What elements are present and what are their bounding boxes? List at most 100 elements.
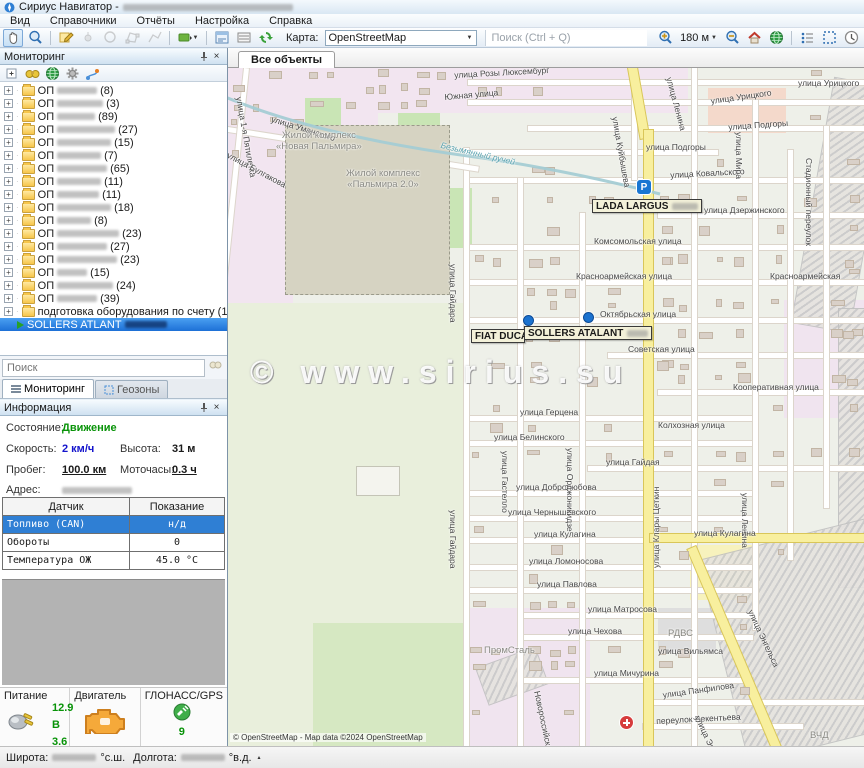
edit-geozone-tool-button[interactable] [56,29,76,47]
zoom-out-tool-button[interactable] [722,29,742,47]
tree-row[interactable]: +·ОП(65) [0,162,227,175]
menu-item-отчёты[interactable]: Отчёты [127,14,185,28]
binoculars-tool-button[interactable] [24,66,41,81]
tree-row[interactable]: +·ОП(18) [0,201,227,214]
zoom-in-tool-icon [658,30,673,45]
track-list-tool-button[interactable] [234,29,254,47]
tree-item-prefix: ОП [38,280,54,292]
expander-icon[interactable]: + [4,190,13,199]
home-tool-button[interactable] [744,29,764,47]
tree-row[interactable]: +·ОП(89) [0,110,227,123]
scale-select[interactable]: 180 м▼ [677,30,720,46]
tree-row[interactable]: +·ОП(3) [0,97,227,110]
expander-icon[interactable]: + [4,138,13,147]
zoom-tool-button[interactable] [25,29,45,47]
expand-all-tool-button[interactable] [4,66,21,81]
sensor-row[interactable]: Топливо (CAN)н/д [3,516,225,534]
history-clock-tool-button[interactable] [841,29,861,47]
value-col-header[interactable]: Показание [130,498,225,516]
geo-polyline-tool-button[interactable] [144,29,164,47]
vehicle-marker[interactable] [583,312,594,323]
tree-row[interactable]: +·ОП(39) [0,292,227,305]
tree-row[interactable]: +·ОП(23) [0,253,227,266]
geo-point-tool-button[interactable] [78,29,98,47]
statusbar-expander-icon[interactable]: ▴ [258,755,261,761]
settings-tool-button[interactable] [64,66,81,81]
map-building [717,159,723,167]
hours-value[interactable]: 0.3 ч [172,464,197,476]
pan-tool-button[interactable] [3,29,23,47]
state-value: Движение [62,422,117,434]
map-tab-all-objects[interactable]: Все объекты [238,51,335,68]
globe-tool-button[interactable] [766,29,786,47]
legend-list-tool-button[interactable] [797,29,817,47]
tree-search-input[interactable] [2,359,205,377]
map-building [771,481,784,487]
sensor-row[interactable]: Температура ОЖ45.0 °C [3,552,225,570]
pin-icon[interactable] [197,401,210,414]
map-canvas[interactable]: улица Урицкогоулица УрицкогоЮжная улицау… [228,68,864,746]
zoom-in-tool-button[interactable] [655,29,675,47]
vehicle-plate[interactable]: SOLLERS ATALANT [524,326,652,340]
objects-layer-tool-button[interactable]: ▼ [175,29,201,47]
expander-icon[interactable]: + [4,164,13,173]
map-provider-select[interactable]: OpenStreetMap ▼ [325,30,477,46]
menu-item-вид[interactable]: Вид [0,14,40,28]
pin-icon[interactable] [197,50,210,63]
globe-tool-button[interactable] [44,66,61,81]
select-region-tool-button[interactable] [819,29,839,47]
expander-icon[interactable]: + [4,255,13,264]
sensor-row[interactable]: Обороты0 [3,534,225,552]
tree-row[interactable]: +·ОП(8) [0,84,227,97]
tree-search-button[interactable] [205,359,225,377]
tree-row-selected[interactable]: SOLLERS ATLANT [0,318,227,331]
expander-icon[interactable]: + [4,268,13,277]
expander-icon[interactable]: + [4,125,13,134]
geo-circle-tool-button[interactable] [100,29,120,47]
expander-icon[interactable]: + [4,203,13,212]
tree-row[interactable]: +·ОП(11) [0,188,227,201]
expander-icon[interactable]: + [4,86,13,95]
menu-item-справочники[interactable]: Справочники [40,14,127,28]
expander-icon[interactable]: + [4,177,13,186]
tree-row[interactable]: +·ОП(24) [0,279,227,292]
tree-row[interactable]: +·подготовка оборудования по счету (1) [0,305,227,318]
map-building [678,254,688,264]
track-window-tool-button[interactable] [212,29,232,47]
expander-icon[interactable]: + [4,112,13,121]
expander-icon[interactable]: + [4,99,13,108]
menu-item-справка[interactable]: Справка [259,14,322,28]
tree-row[interactable]: +·ОП(15) [0,266,227,279]
tree-row[interactable]: +·ОП(27) [0,123,227,136]
street-label: Кооперативная улица [733,382,819,392]
map-search-input[interactable] [485,30,648,46]
expander-icon[interactable]: + [4,294,13,303]
geo-polygon-tool-button[interactable] [122,29,142,47]
menu-item-настройка[interactable]: Настройка [185,14,259,28]
expander-icon[interactable]: + [4,151,13,160]
vehicle-marker[interactable] [523,315,534,326]
vehicle-plate[interactable]: LADA LARGUS [592,199,702,213]
close-icon[interactable]: × [210,50,223,63]
tree-row[interactable]: +·ОП(8) [0,214,227,227]
tree-row[interactable]: +·ОП(27) [0,240,227,253]
expander-icon[interactable]: + [4,281,13,290]
sensor-col-header[interactable]: Датчик [3,498,130,516]
tree-row[interactable]: +·ОП(23) [0,227,227,240]
expander-icon[interactable]: + [4,307,13,316]
tree-row[interactable]: +·ОП(11) [0,175,227,188]
engine-box-title: Двигатель [74,690,135,702]
tree-row[interactable]: +·ОП(15) [0,136,227,149]
close-icon[interactable]: × [210,401,223,414]
mileage-value[interactable]: 100.0 км [62,464,106,476]
vehicle-plate[interactable]: FIAT DUCAT [471,329,525,343]
expander-icon[interactable]: + [4,242,13,251]
expander-icon[interactable]: + [4,216,13,225]
titlebar: Сириус Навигатор - [0,0,864,14]
route-tool-button[interactable] [84,66,101,81]
refresh-tool-button[interactable] [256,29,276,47]
tree-row[interactable]: +·ОП(7) [0,149,227,162]
tab-monitoring[interactable]: Мониторинг [2,379,94,398]
expander-icon[interactable]: + [4,229,13,238]
tab-geozones[interactable]: Геозоны [95,380,168,398]
